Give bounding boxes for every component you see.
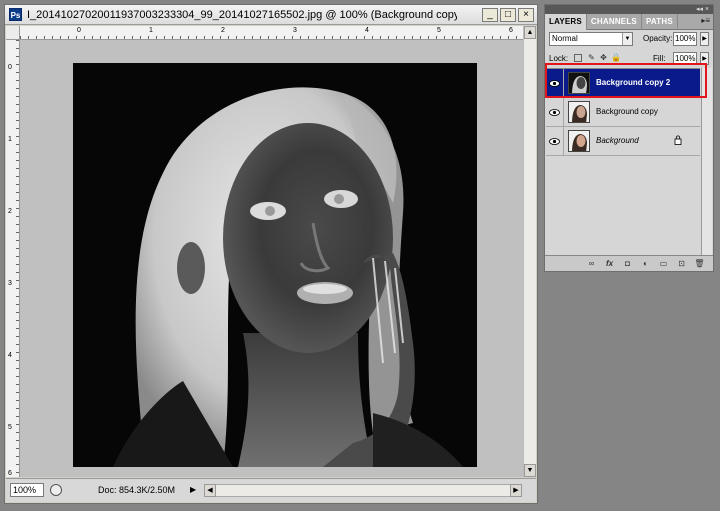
minimize-button[interactable]: _ [482,8,498,22]
ruler-v-label: 3 [8,280,12,287]
blend-row: Normal ▼ Opacity: 100% ▶ [549,32,709,48]
lock-label: Lock: [549,54,569,63]
blend-mode-value: Normal [552,34,578,43]
eye-icon [549,108,560,116]
ruler-v-label: 4 [8,352,12,359]
lock-position-move-icon[interactable]: ✥ [599,53,608,63]
photoshop-icon: Ps [9,8,22,21]
tab-paths[interactable]: PATHS [642,14,678,30]
document-size-info: Doc: 854.3K/2.50M [98,485,176,495]
status-bar: 100% Doc: 854.3K/2.50M ▶ ◀ ▶ [6,478,536,502]
add-mask-icon[interactable]: ◘ [622,258,633,270]
canvas-area[interactable] [20,40,523,477]
opacity-label: Opacity: [643,34,673,43]
new-layer-icon[interactable]: ⊡ [676,258,687,270]
ruler-v-label: 5 [8,424,12,431]
layer-thumbnail[interactable] [568,101,590,123]
ruler-v-label: 6 [8,470,12,477]
chevron-down-icon: ▼ [622,33,632,45]
close-button[interactable]: × [518,8,534,22]
ruler-h-label: 2 [221,27,225,34]
panel-tabs: LAYERS CHANNELS PATHS [545,14,713,30]
ruler-v-label: 0 [8,64,12,71]
scroll-right-arrow[interactable]: ▶ [510,484,522,497]
maximize-button[interactable]: □ [500,8,516,22]
window-controls: _ □ × [482,8,534,22]
ruler-origin[interactable] [6,26,20,40]
opacity-slider-arrow[interactable]: ▶ [700,32,709,46]
fill-label: Fill: [653,54,666,63]
visibility-toggle[interactable] [546,127,564,155]
ruler-h-label: 3 [293,27,297,34]
scroll-left-arrow[interactable]: ◀ [204,484,216,497]
panel-collapse-controls[interactable]: ◂◂ × [696,5,709,14]
adjustment-layer-icon[interactable]: ◐ [640,258,651,270]
ruler-h-label: 1 [149,27,153,34]
panel-header-bar: ◂◂ × [545,5,713,14]
layer-name[interactable]: Background copy [596,107,658,116]
layer-row-background[interactable]: Background [546,127,700,156]
new-group-folder-icon[interactable]: ▭ [658,258,669,270]
horizontal-scrollbar[interactable]: ◀ ▶ [204,484,522,497]
lock-image-brush-icon[interactable]: ✎ [587,53,596,63]
status-options-icon[interactable] [50,484,62,496]
panel-menu-icon[interactable]: ▸≡ [701,16,710,25]
layer-row-background-copy[interactable]: Background copy [546,98,700,127]
status-menu-arrow[interactable]: ▶ [190,485,196,494]
tab-layers[interactable]: LAYERS [545,14,587,30]
scroll-down-arrow[interactable]: ▼ [524,464,536,477]
blend-mode-select[interactable]: Normal ▼ [549,32,633,46]
ruler-v-label: 1 [8,136,12,143]
lock-icon [674,135,682,145]
layers-footer: ∞ fx ◘ ◐ ▭ ⊡ 🗑 [545,255,713,271]
lock-all-icon[interactable]: 🔒 [611,53,621,63]
ruler-h-label: 5 [437,27,441,34]
vertical-ruler[interactable]: 0 1 2 3 4 5 6 [6,40,20,477]
ruler-h-label: 0 [77,27,81,34]
horizontal-ruler[interactable]: 0 1 2 3 4 5 6 [20,26,523,40]
delete-layer-trash-icon[interactable]: 🗑 [694,258,705,270]
portrait-thumbnail-image [569,131,589,151]
portrait-thumbnail-image [569,102,589,122]
ruler-h-label: 6 [509,27,513,34]
layer-name[interactable]: Background [596,136,639,145]
image-canvas[interactable] [73,63,477,467]
eye-icon [549,137,560,145]
selected-layer-highlight [545,63,707,98]
ruler-v-label: 2 [8,208,12,215]
opacity-input[interactable]: 100% [673,32,697,46]
document-window: Ps I_20141027020011937003233304_99_20141… [4,4,538,504]
scroll-up-arrow[interactable]: ▲ [524,26,536,39]
layer-style-fx-icon[interactable]: fx [604,258,615,270]
vertical-scrollbar[interactable]: ▲ ▼ [523,26,536,477]
document-title: I_20141027020011937003233304_99_20141027… [27,8,457,21]
tab-channels[interactable]: CHANNELS [587,14,642,30]
visibility-toggle[interactable] [546,98,564,126]
negative-portrait-image [73,63,477,467]
ruler-h-label: 4 [365,27,369,34]
layers-panel: ◂◂ × LAYERS CHANNELS PATHS ▸≡ Normal ▼ O… [544,4,714,272]
document-titlebar[interactable]: Ps I_20141027020011937003233304_99_20141… [5,5,537,25]
link-layers-icon[interactable]: ∞ [586,258,597,270]
zoom-input[interactable]: 100% [10,483,44,497]
layer-thumbnail[interactable] [568,130,590,152]
lock-transparent-icon[interactable] [574,54,582,62]
